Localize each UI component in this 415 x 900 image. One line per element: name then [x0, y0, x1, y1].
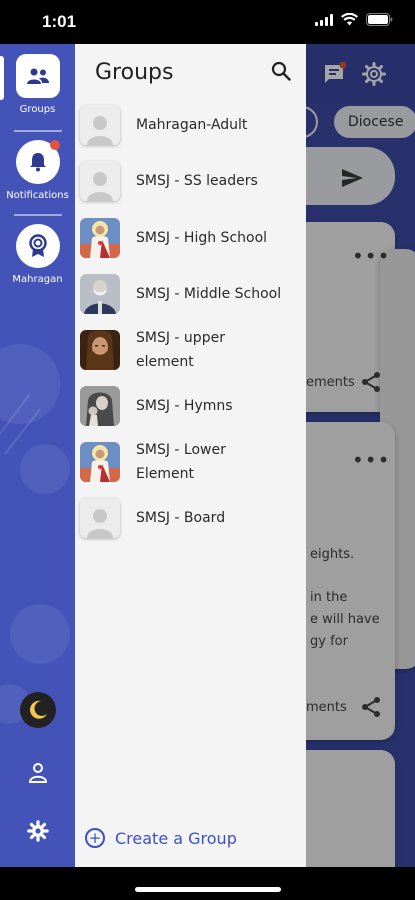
group-item-high-school[interactable]: SMSJ - High School	[80, 214, 302, 262]
app-screen: 1:01 Diocese ••• ements ••• eights. in t…	[0, 0, 415, 900]
rail-settings-button[interactable]	[0, 820, 75, 842]
group-item-lower-element[interactable]: SMSJ - Lower Element	[80, 438, 302, 486]
theme-toggle[interactable]	[0, 692, 75, 728]
bottom-safe-area	[0, 867, 415, 900]
plus-circle-icon: +	[85, 828, 105, 848]
signal-icon	[315, 13, 333, 26]
rail-item-mahragan[interactable]: Mahragan	[0, 224, 75, 285]
groups-drawer: Groups Mahragan-Adult SMSJ - SS leaders	[75, 44, 306, 867]
status-bar: 1:01	[0, 0, 415, 44]
group-item-middle-school[interactable]: SMSJ - Middle School	[80, 270, 302, 318]
group-name: SMSJ - Middle School	[136, 286, 282, 302]
group-item-hymns[interactable]: SMSJ - Hymns	[80, 384, 302, 428]
avatar-placeholder	[80, 161, 120, 201]
rail-item-notifications[interactable]: Notifications	[0, 140, 75, 201]
group-name: SMSJ - Hymns	[136, 398, 233, 414]
status-icons	[315, 13, 393, 26]
rail-divider	[14, 214, 62, 216]
create-group-label: Create a Group	[115, 828, 237, 848]
group-item-ss-leaders[interactable]: SMSJ - SS leaders	[80, 161, 302, 201]
group-name: SMSJ - SS leaders	[136, 173, 258, 189]
group-item-mahragan-adult[interactable]: Mahragan-Adult	[80, 105, 302, 145]
rail-divider	[14, 130, 62, 132]
group-item-board[interactable]: SMSJ - Board	[80, 498, 302, 538]
group-item-upper-element[interactable]: SMSJ - upper element	[80, 326, 302, 374]
rail-item-groups[interactable]: Groups	[0, 54, 75, 115]
rail-label-mahragan: Mahragan	[12, 274, 63, 285]
battery-icon	[366, 13, 393, 26]
notification-badge	[49, 140, 60, 150]
group-name: SMSJ - Lower Element	[136, 442, 226, 482]
sacred-heart-avatar	[80, 442, 120, 482]
moon-icon	[19, 692, 56, 728]
decorative-bubble	[10, 604, 70, 664]
gear-icon	[26, 820, 49, 842]
search-icon[interactable]	[271, 61, 291, 81]
drawer-title: Groups	[95, 60, 174, 85]
nav-rail: Groups Notifications Mahragan	[0, 44, 75, 867]
bell-icon	[15, 140, 60, 184]
home-indicator[interactable]	[135, 887, 281, 892]
saint-avatar	[80, 274, 120, 314]
icon-mother-avatar	[80, 386, 120, 426]
rail-label-groups: Groups	[19, 104, 56, 115]
rail-label-notifications: Notifications	[6, 190, 69, 201]
group-name: SMSJ - upper element	[136, 330, 225, 370]
award-icon	[15, 224, 60, 268]
sacred-heart-avatar	[80, 218, 120, 258]
group-name: SMSJ - Board	[136, 510, 226, 526]
profile-button[interactable]	[0, 762, 75, 784]
group-name: SMSJ - High School	[136, 230, 268, 246]
groups-icon	[15, 54, 60, 98]
group-name: Mahragan-Adult	[136, 117, 248, 133]
create-group-button[interactable]: + Create a Group	[85, 828, 237, 848]
avatar-placeholder	[80, 105, 120, 145]
status-time: 1:01	[42, 12, 77, 31]
avatar-placeholder	[80, 498, 120, 538]
wifi-icon	[341, 13, 358, 26]
person-icon	[28, 763, 47, 783]
decorative-lines	[0, 393, 41, 455]
christ-portrait-avatar	[80, 330, 120, 370]
